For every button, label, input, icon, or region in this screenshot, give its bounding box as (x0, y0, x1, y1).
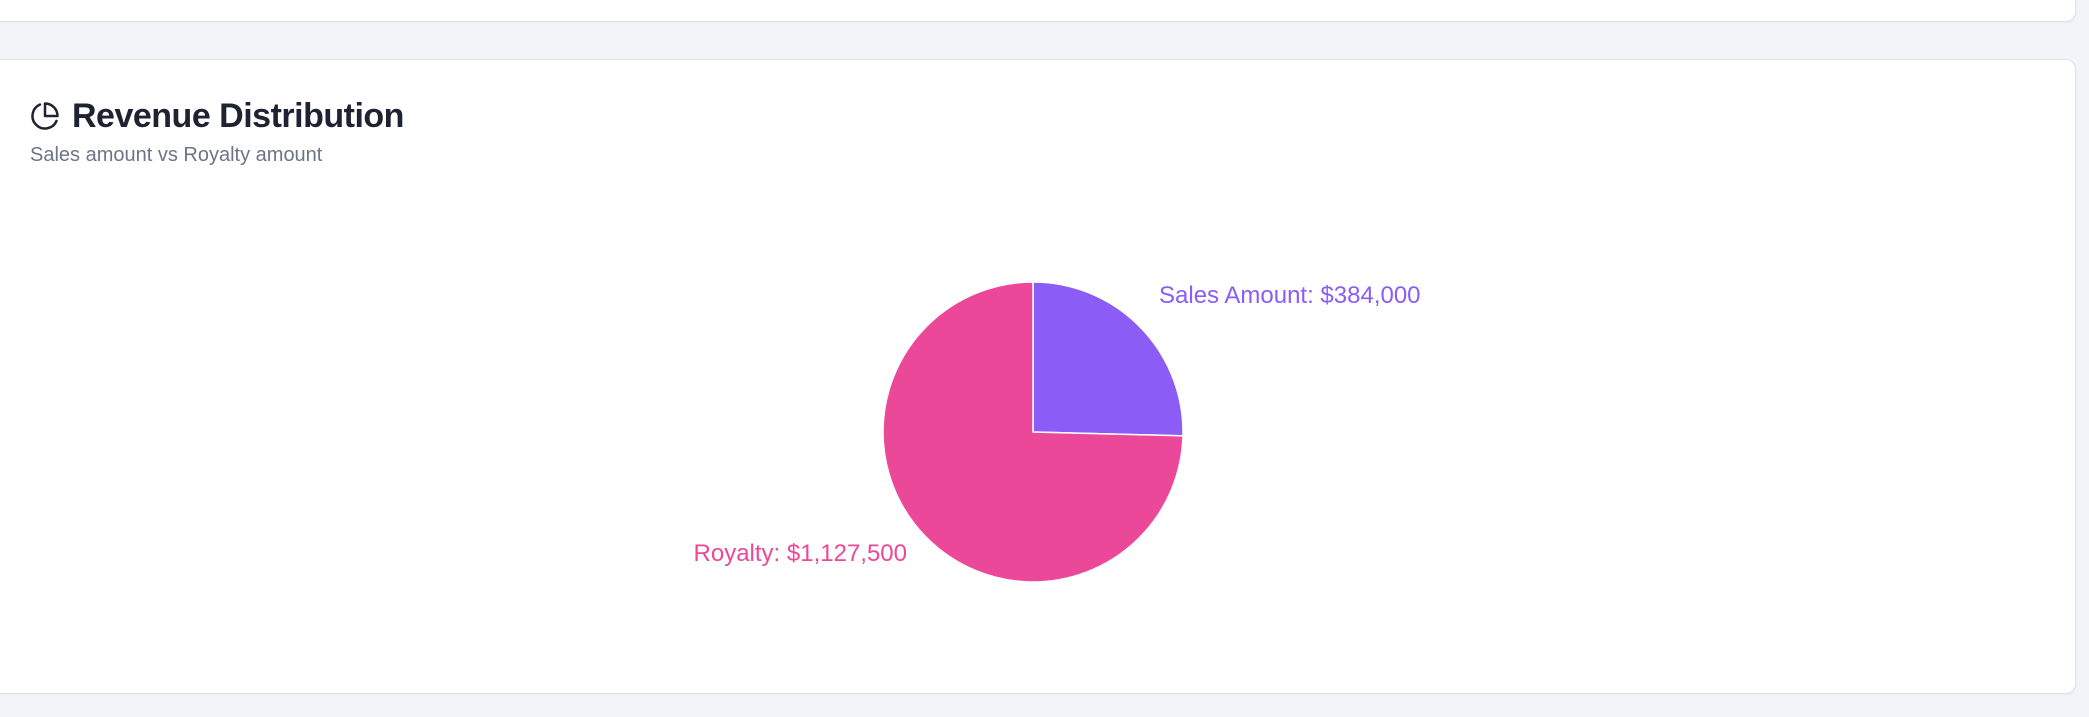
revenue-distribution-card: Revenue Distribution Sales amount vs Roy… (0, 59, 2076, 694)
previous-card (0, 0, 2076, 22)
pie-slices (882, 281, 1184, 583)
slice-label-royalty: Royalty: $1,127,500 (694, 540, 907, 567)
revenue-pie-chart: Sales Amount: $384,000 Royalty: $1,127,50… (694, 281, 1421, 583)
slice-label-sales-amount: Sales Amount: $384,000 (1159, 282, 1421, 309)
